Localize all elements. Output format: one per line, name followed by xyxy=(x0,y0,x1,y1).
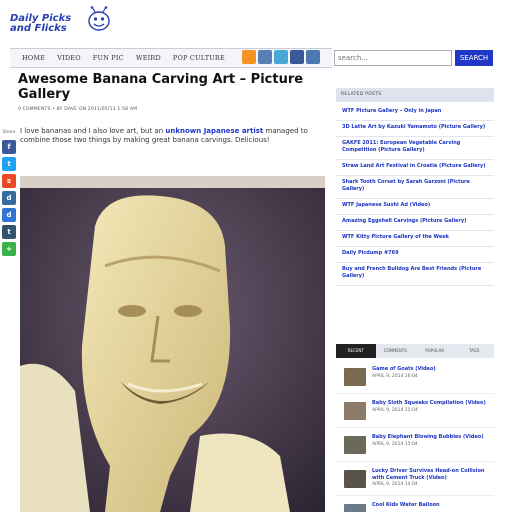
site-logo[interactable]: Daily Picks and Flicks xyxy=(10,6,110,42)
recent-post-item[interactable]: Game of Goats (Video) APRIL 9, 2014 16:04 xyxy=(336,366,494,394)
search-box: SEARCH xyxy=(334,50,494,66)
related-posts-heading: RELATED POSTS xyxy=(336,88,494,102)
recent-post-thumbnail[interactable] xyxy=(344,436,366,454)
recent-post-thumbnail[interactable] xyxy=(344,402,366,420)
related-post-link[interactable]: WTF Kitty Picture Gallery of the Week xyxy=(336,234,494,247)
related-post-link[interactable]: GAKFE 2011: European Vegetable Carving C… xyxy=(336,140,494,160)
related-post-link[interactable]: WTF Picture Gallery – Only in Japan xyxy=(336,108,494,121)
recent-post-date: APRIL 9, 2014 14:04 xyxy=(372,482,418,487)
recent-post-title[interactable]: Cool Kids Water Balloon xyxy=(372,502,440,509)
recent-post-thumbnail[interactable] xyxy=(344,470,366,488)
tab-recent[interactable]: RECENT xyxy=(336,344,376,358)
recent-post-title[interactable]: Lucky Driver Survives Head-on Collision … xyxy=(372,468,494,481)
recent-post-title[interactable]: Game of Goats (Video) xyxy=(372,366,436,373)
recent-post-date: APRIL 9, 2014 15:04 xyxy=(372,407,418,413)
recent-post-title[interactable]: Baby Elephant Blowing Bubbles (Video) xyxy=(372,434,483,441)
nav-home[interactable]: HOME xyxy=(10,54,51,62)
digg-share-button[interactable]: d xyxy=(2,191,16,205)
tumblr-share-button[interactable]: t xyxy=(2,225,16,239)
facebook-icon[interactable] xyxy=(290,50,304,64)
related-posts-list: WTF Picture Gallery – Only in Japan 3D La… xyxy=(336,108,494,286)
related-post-link[interactable]: Amazing Eggshell Carvings (Picture Galle… xyxy=(336,218,494,231)
rss-icon[interactable] xyxy=(242,50,256,64)
nav-pop-culture[interactable]: POP CULTURE xyxy=(167,54,231,62)
post-meta: 0 COMMENTS • BY DAVE ON 2011/05/13 1:58 … xyxy=(18,107,138,112)
twitter-share-button[interactable]: t xyxy=(2,157,16,171)
recent-posts-list: Game of Goats (Video) APRIL 9, 2014 16:04… xyxy=(336,366,494,512)
search-button[interactable]: SEARCH xyxy=(455,50,493,66)
recent-post-item[interactable]: Baby Elephant Blowing Bubbles (Video) APR… xyxy=(336,434,494,462)
sidebar-tabs: RECENT COMMENTS POPULAR TAGS xyxy=(336,344,494,358)
share-label: Share xyxy=(2,130,16,135)
sidebar: RELATED POSTS WTF Picture Gallery – Only… xyxy=(336,88,494,289)
twitter-icon[interactable] xyxy=(274,50,288,64)
tab-tags[interactable]: TAGS xyxy=(455,344,495,358)
banana-carving-photo xyxy=(20,176,325,512)
related-post-link[interactable]: Buy and French Bulldog Are Best Friends … xyxy=(336,266,494,286)
nav-weird[interactable]: WEIRD xyxy=(130,54,167,62)
more-share-button[interactable]: + xyxy=(2,242,16,256)
related-post-link[interactable]: 3D Latte Art by Kazuki Yamamoto (Picture… xyxy=(336,124,494,137)
search-input[interactable] xyxy=(334,50,452,66)
facebook-share-button[interactable]: f xyxy=(2,140,16,154)
recent-post-thumbnail[interactable] xyxy=(344,368,366,386)
logo-face-icon xyxy=(88,6,110,31)
post-title: Awesome Banana Carving Art – Picture Gal… xyxy=(18,72,304,102)
recent-post-thumbnail[interactable] xyxy=(344,504,366,512)
recent-post-item[interactable]: Lucky Driver Survives Head-on Collision … xyxy=(336,468,494,496)
related-post-link[interactable]: WTF Japanese Sushi Ad (Video) xyxy=(336,202,494,215)
nav-fun-pic[interactable]: FUN PIC xyxy=(87,54,130,62)
recent-post-date: APRIL 9, 2014 15:04 xyxy=(372,441,418,447)
share-bar: Share f t s d d t + xyxy=(0,130,18,259)
tab-comments[interactable]: COMMENTS xyxy=(376,344,416,358)
nav-video[interactable]: VIDEO xyxy=(51,54,87,62)
related-post-link[interactable]: Shark Tooth Corset by Sarah Garzoni (Pic… xyxy=(336,179,494,199)
artist-link[interactable]: unknown Japanese artist xyxy=(165,127,263,135)
recent-post-date: APRIL 9, 2014 16:04 xyxy=(372,373,418,379)
recent-post-item[interactable]: Cool Kids Water Balloon xyxy=(336,502,494,512)
recent-post-title[interactable]: Baby Sloth Squeaks Compilation (Video) xyxy=(372,400,486,407)
recent-post-item[interactable]: Baby Sloth Squeaks Compilation (Video) AP… xyxy=(336,400,494,428)
stumbleupon-share-button[interactable]: s xyxy=(2,174,16,188)
social-links xyxy=(242,50,320,64)
logo-text: Daily Picks and Flicks xyxy=(10,13,72,34)
youtube-icon[interactable] xyxy=(306,50,320,64)
stumbleupon-icon[interactable] xyxy=(258,50,272,64)
tab-popular[interactable]: POPULAR xyxy=(415,344,455,358)
delicious-share-button[interactable]: d xyxy=(2,208,16,222)
related-post-link[interactable]: Daily Picdump #769 xyxy=(336,250,494,263)
post-intro: I love bananas and I also love art, but … xyxy=(20,127,308,144)
related-post-link[interactable]: Straw Land Art Festival in Croatia (Pict… xyxy=(336,163,494,176)
